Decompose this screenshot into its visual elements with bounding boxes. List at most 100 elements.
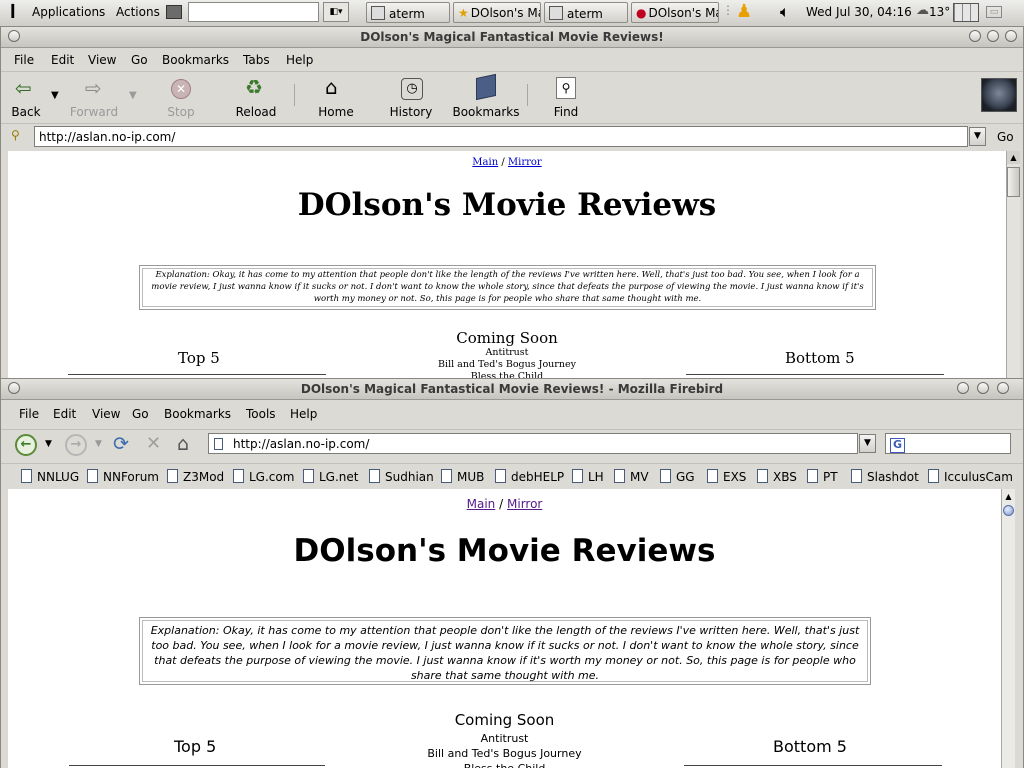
- maximize-icon[interactable]: [977, 382, 989, 394]
- bookmark-item[interactable]: MUB: [441, 469, 484, 484]
- home-button[interactable]: Home: [296, 105, 376, 119]
- show-desktop-icon[interactable]: [166, 5, 182, 19]
- workspace-pager[interactable]: [953, 3, 979, 22]
- coming-item: Bill and Ted's Bogus Journey: [438, 359, 576, 370]
- menu-help[interactable]: Help: [286, 53, 313, 67]
- close-icon[interactable]: [997, 382, 1009, 394]
- reload-icon[interactable]: ⟳: [113, 433, 129, 455]
- bookmark-item[interactable]: debHELP: [495, 469, 564, 484]
- window-list-icon[interactable]: ▭: [986, 6, 1002, 18]
- menu-edit[interactable]: Edit: [53, 407, 76, 421]
- google-search-icon[interactable]: G: [890, 438, 905, 453]
- menu-file[interactable]: File: [14, 53, 34, 67]
- weather-icon: ☁: [916, 3, 929, 18]
- clock[interactable]: Wed Jul 30, 04:16: [806, 5, 912, 19]
- menu-view[interactable]: View: [88, 53, 116, 67]
- task-aterm-2[interactable]: aterm: [544, 2, 628, 23]
- nav-main-link[interactable]: Main: [467, 497, 496, 511]
- menu-file[interactable]: File: [19, 407, 39, 421]
- home-icon[interactable]: ⌂: [177, 433, 189, 455]
- top5-table-border: [69, 765, 325, 766]
- menu-go[interactable]: Go: [132, 407, 149, 421]
- maximize-icon[interactable]: [987, 30, 999, 42]
- bookmark-item[interactable]: NNForum: [87, 469, 159, 484]
- gaim-icon[interactable]: ♟: [736, 1, 752, 22]
- go-button[interactable]: Go: [997, 130, 1014, 144]
- volume-icon[interactable]: 🔈︎: [780, 2, 790, 22]
- nav-mirror-link[interactable]: Mirror: [507, 497, 542, 511]
- bottom5-heading: Bottom 5: [785, 349, 855, 367]
- site-icon: ⚲: [11, 128, 20, 142]
- applications-menu[interactable]: Applications: [32, 5, 105, 19]
- find-button[interactable]: Find: [526, 105, 606, 119]
- url-input[interactable]: http://aslan.no-ip.com/: [34, 126, 968, 147]
- gnome-foot-icon[interactable]: ꟾ: [10, 4, 16, 22]
- history-button[interactable]: History: [371, 105, 451, 119]
- bookmark-item[interactable]: LH: [572, 469, 604, 484]
- bookmark-item[interactable]: XBS: [757, 469, 797, 484]
- url-input[interactable]: http://aslan.no-ip.com/: [208, 433, 858, 454]
- scroll-thumb[interactable]: [1003, 505, 1014, 516]
- search-input[interactable]: G: [885, 433, 1011, 454]
- scroll-up-icon[interactable]: ▲: [1007, 151, 1020, 164]
- url-dropdown-icon[interactable]: ▼: [969, 127, 986, 146]
- stop-icon: ✕: [146, 433, 162, 454]
- scroll-thumb[interactable]: [1007, 167, 1020, 197]
- bookmark-item[interactable]: MV: [614, 469, 649, 484]
- bookmark-item[interactable]: Slashdot: [851, 469, 919, 484]
- bookmark-page-icon: [303, 469, 314, 483]
- close-icon[interactable]: [1005, 30, 1017, 42]
- minimize-icon[interactable]: [957, 382, 969, 394]
- back-dropdown-icon[interactable]: ▼: [51, 90, 59, 101]
- actions-menu[interactable]: Actions: [116, 5, 160, 19]
- panel-separator: ⋮: [722, 3, 734, 17]
- bookmark-item[interactable]: Z3Mod: [167, 469, 224, 484]
- reload-icon[interactable]: ♻: [245, 75, 263, 99]
- minimize-icon[interactable]: [969, 30, 981, 42]
- bookmark-item[interactable]: PT: [807, 469, 838, 484]
- menu-go[interactable]: Go: [131, 53, 148, 67]
- bookmarks-button[interactable]: Bookmarks: [446, 105, 526, 119]
- menu-tools[interactable]: Tools: [246, 407, 276, 421]
- nav-main-link[interactable]: Main: [472, 157, 498, 168]
- task-browser-1[interactable]: ★ DOlson's Ma: [453, 2, 541, 23]
- bookmark-item[interactable]: LG.net: [303, 469, 359, 484]
- reload-button[interactable]: Reload: [216, 105, 296, 119]
- window-menu-icon[interactable]: [8, 30, 20, 42]
- find-magnifier-icon[interactable]: ⚲: [556, 77, 576, 99]
- back-dropdown-icon[interactable]: ▼: [45, 439, 52, 449]
- home-icon[interactable]: ⌂: [325, 75, 338, 99]
- menu-view[interactable]: View: [92, 407, 120, 421]
- bookmarks-book-icon[interactable]: [476, 73, 496, 101]
- bookmark-item[interactable]: EXS: [707, 469, 746, 484]
- window-menu-icon[interactable]: [8, 382, 20, 394]
- scroll-up-icon[interactable]: ▲: [1003, 491, 1014, 502]
- task-aterm-1[interactable]: aterm: [366, 2, 450, 23]
- bookmark-page-icon: [441, 469, 452, 483]
- window-2-scrollbar[interactable]: ▲: [1001, 489, 1015, 768]
- history-clock-icon[interactable]: ◷: [401, 78, 423, 100]
- bookmark-item[interactable]: NNLUG: [21, 469, 79, 484]
- top5-heading: Top 5: [174, 737, 217, 756]
- bookmark-item[interactable]: IcculusCam: [928, 469, 1013, 484]
- bookmark-item[interactable]: LG.com: [233, 469, 294, 484]
- url-dropdown-icon[interactable]: ▼: [859, 434, 876, 453]
- workspace-switcher-icon[interactable]: ◧▾: [323, 2, 349, 22]
- bookmark-item[interactable]: GG: [660, 469, 695, 484]
- menu-bookmarks[interactable]: Bookmarks: [162, 53, 229, 67]
- menu-bookmarks[interactable]: Bookmarks: [164, 407, 231, 421]
- panel-run-input[interactable]: [188, 2, 319, 22]
- back-arrow-icon[interactable]: ←: [15, 434, 37, 456]
- menu-help[interactable]: Help: [290, 407, 317, 421]
- menu-tabs[interactable]: Tabs: [243, 53, 270, 67]
- task-browser-2[interactable]: ● DOlson's Ma: [631, 2, 719, 23]
- menu-edit[interactable]: Edit: [51, 53, 74, 67]
- back-arrow-icon[interactable]: ⇦: [15, 76, 32, 100]
- window-1-scrollbar[interactable]: ▲: [1006, 151, 1020, 379]
- firebird-icon: ●: [636, 6, 647, 20]
- bookmark-item[interactable]: Sudhian: [369, 469, 434, 484]
- bookmark-page-icon: [807, 469, 818, 483]
- window-1-titlebar[interactable]: DOlson's Magical Fantastical Movie Revie…: [1, 27, 1023, 48]
- window-2-titlebar[interactable]: DOlson's Magical Fantastical Movie Revie…: [1, 379, 1023, 400]
- nav-mirror-link[interactable]: Mirror: [508, 157, 542, 168]
